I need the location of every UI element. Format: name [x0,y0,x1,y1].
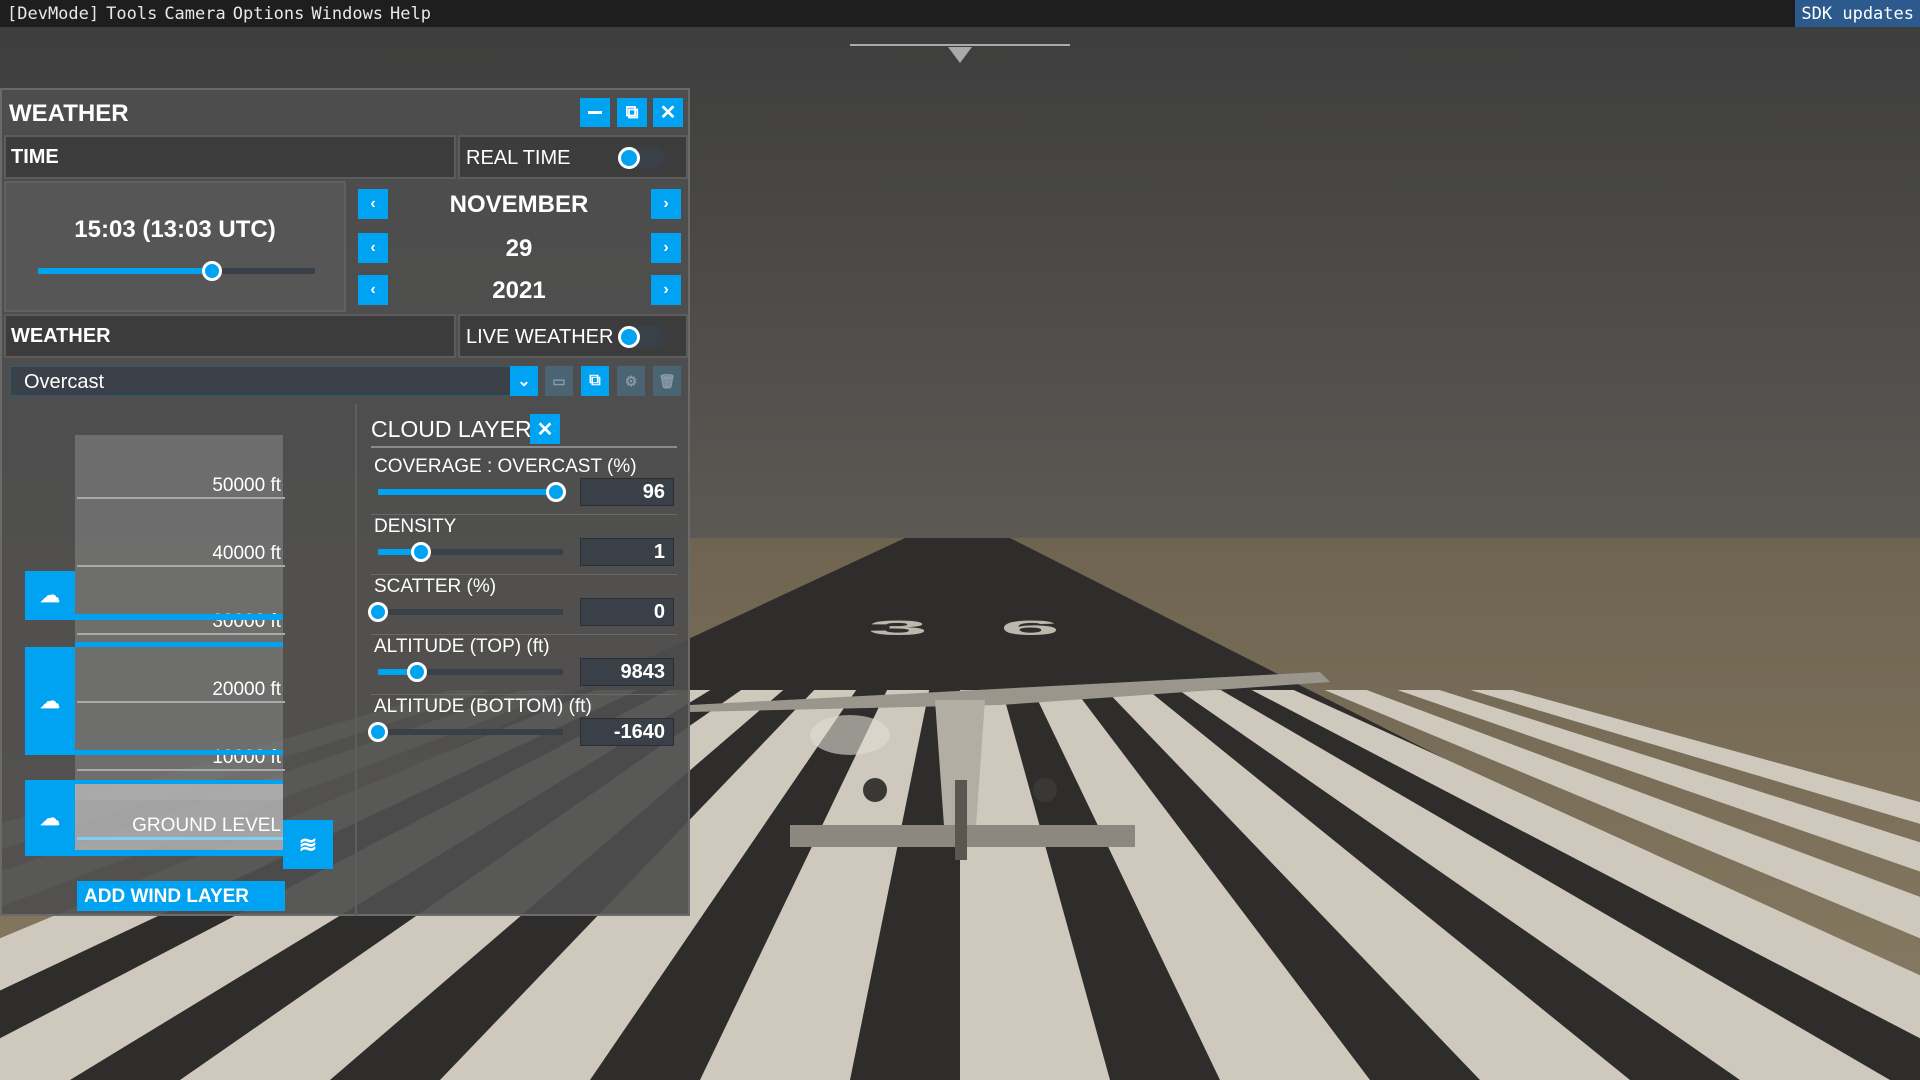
chevron-down-icon: ⌄ [517,373,531,390]
wind-layer-button[interactable]: ≋ [283,820,333,869]
cloud-icon: ☁ [40,690,60,713]
time-of-day-box: 15:03 (13:03 UTC) [4,181,346,312]
weather-preset-value: Overcast [24,371,105,393]
delete-preset-button[interactable]: 🗑 [653,366,681,396]
day-value: 29 [505,235,533,262]
menu-tools[interactable]: Tools [99,4,157,24]
year-next-button[interactable]: › [651,275,681,305]
time-header-label: TIME [11,146,59,168]
param-label: ALTITUDE (BOTTOM) (ft) [374,696,592,717]
save-preset-button[interactable]: ▭ [545,366,573,396]
cloud-layer-2-top [75,642,283,647]
live-weather-row: LIVE WEATHER [458,314,688,358]
day-prev-button[interactable]: ‹ [358,233,388,263]
row-divider [371,694,677,695]
cloud-layer-2-bottom [75,750,283,755]
cloud-layer-close-button[interactable]: ✕ [530,414,560,444]
preset-settings-button[interactable]: ⚙ [617,366,645,396]
year-prev-button[interactable]: ‹ [358,275,388,305]
minimize-button[interactable] [580,98,610,127]
popout-button[interactable]: ⧉ [617,98,647,127]
cloud-layer-tab-2[interactable]: ☁ [25,647,75,755]
row-divider [371,634,677,635]
param-slider[interactable] [378,542,563,562]
param-value-input[interactable]: 1 [580,538,674,566]
time-slider[interactable] [38,261,315,281]
runway-number: 36 [868,616,1132,639]
real-time-toggle[interactable] [618,147,664,169]
real-time-row: REAL TIME [458,135,688,179]
delete-icon: 🗑 [658,372,676,389]
menu-camera[interactable]: Camera [157,4,225,24]
day-next-button[interactable]: › [651,233,681,263]
param-value-input[interactable]: 9843 [580,658,674,686]
param-slider[interactable] [368,602,563,622]
param-slider[interactable] [378,482,566,502]
cloud-layer-tab-1[interactable]: ☁ [25,571,75,620]
param-value-input[interactable]: -1640 [580,718,674,746]
altitude-label-20000: 20000 ft [77,679,285,703]
altitude-label-40000: 40000 ft [77,543,285,567]
copy-preset-button[interactable]: ⧉ [581,366,609,396]
dropdown-chevron-button[interactable]: ⌄ [510,366,538,396]
row-divider [371,574,677,575]
sdk-updates-button[interactable]: SDK updates [1795,0,1920,27]
cloud-icon: ☁ [40,585,60,607]
external-window-icon: ⧉ [625,102,639,122]
menu-help[interactable]: Help [383,4,431,24]
weather-header: WEATHER [4,314,456,358]
param-slider[interactable] [368,722,563,742]
cloud-layer-1-bar [75,614,283,620]
row-divider [371,514,677,515]
divider [355,404,357,916]
settings-icon: ⚙ [624,372,638,389]
save-icon: ▭ [552,372,566,389]
weather-panel: WEATHER ⧉ ✕ TIME REAL TIME 15:03 (13:03 … [0,88,690,916]
menu-windows[interactable]: Windows [304,4,383,24]
altitude-label-ground: GROUND LEVEL [77,815,285,840]
live-weather-label: LIVE WEATHER [466,326,614,348]
param-value-input[interactable]: 96 [580,478,674,506]
date-selector: ‹ NOVEMBER › ‹ 29 › ‹ 2021 › [349,181,688,312]
close-button[interactable]: ✕ [653,98,683,127]
year-value: 2021 [492,277,546,304]
close-icon: ✕ [536,418,554,441]
param-value-input[interactable]: 0 [580,598,674,626]
close-icon: ✕ [659,102,677,124]
add-wind-layer-button[interactable]: ADD WIND LAYER [77,881,285,911]
menu-options[interactable]: Options [226,4,305,24]
time-display: 15:03 (13:03 UTC) [74,216,276,243]
cloud-icon: ☁ [40,807,60,830]
menu-bar: [DevMode] Tools Camera Options Windows H… [0,0,1920,27]
cloud-layer-tab-3[interactable]: ☁ [25,780,75,856]
menu-devmode[interactable]: [DevMode] [0,4,99,24]
param-slider[interactable] [378,662,563,682]
minimize-icon [588,111,602,114]
month-value: NOVEMBER [449,191,589,218]
cloud-layer-3-top [75,780,283,784]
cloud-layer-divider [371,446,677,448]
cloud-layer-title: CLOUD LAYER [371,416,532,442]
time-header: TIME [4,135,456,179]
copy-icon: ⧉ [589,372,601,389]
param-label: DENSITY [374,516,457,537]
month-next-button[interactable]: › [651,189,681,219]
cloud-layer-3-bottom [75,850,283,856]
altitude-label-50000: 50000 ft [77,475,285,499]
real-time-label: REAL TIME [466,147,571,169]
param-label: ALTITUDE (TOP) (ft) [374,636,550,657]
panel-title: WEATHER [9,100,129,127]
param-label: COVERAGE : OVERCAST (%) [374,456,637,477]
weather-preset-dropdown[interactable]: Overcast [10,366,512,396]
param-label: SCATTER (%) [374,576,497,597]
weather-header-label: WEATHER [11,325,111,347]
month-prev-button[interactable]: ‹ [358,189,388,219]
wind-icon: ≋ [298,831,318,857]
live-weather-toggle[interactable] [618,326,664,348]
